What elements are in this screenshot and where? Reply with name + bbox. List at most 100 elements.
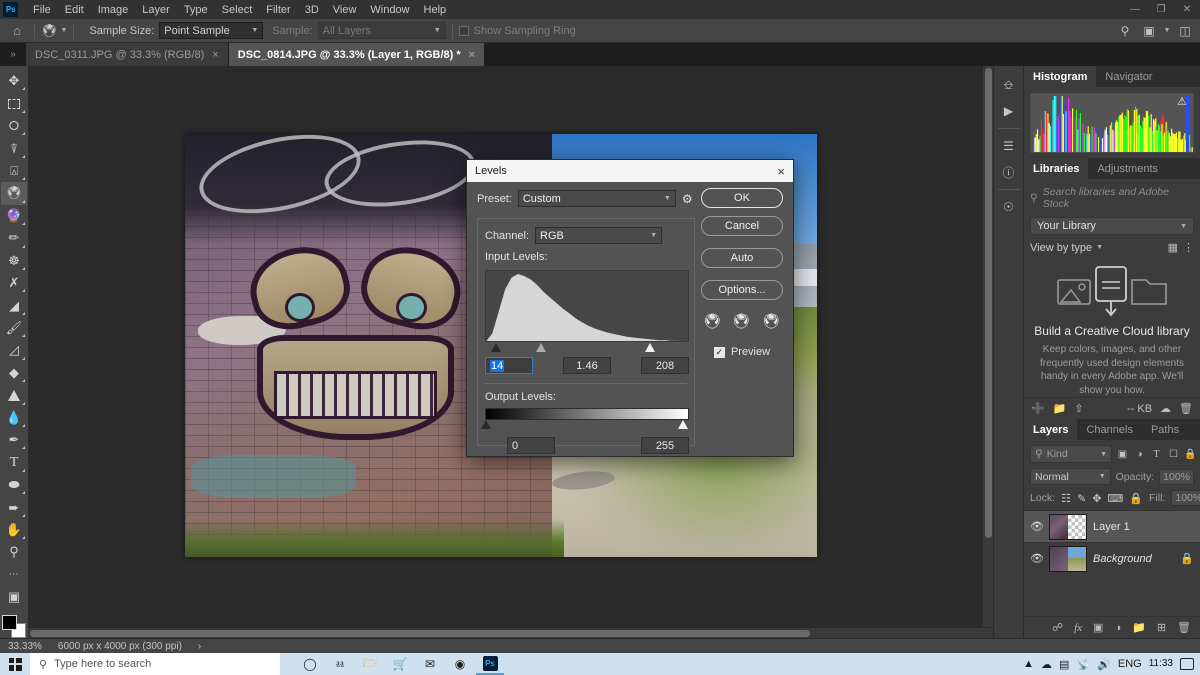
output-levels-sliders[interactable] <box>481 420 689 432</box>
output-black-field[interactable]: 0 <box>507 437 555 454</box>
add-item-icon[interactable]: ➕ <box>1031 402 1045 415</box>
close-icon[interactable]: × <box>212 49 218 61</box>
dodge-tool[interactable]: ◿ <box>1 339 27 361</box>
filter-type-icon[interactable]: T <box>1149 446 1164 463</box>
sharpen-tool[interactable] <box>1 384 27 406</box>
shadow-input-field[interactable]: 14 <box>485 357 533 374</box>
volume-icon[interactable]: 🔊 <box>1097 658 1111 671</box>
set-white-point-eyedropper[interactable]: 🖲 <box>762 312 781 330</box>
lock-image-icon[interactable]: ✎ <box>1077 492 1086 505</box>
levels-dialog[interactable]: Levels × Preset: Custom ▼ ⚙ Channel: RGB… <box>466 159 794 457</box>
new-adjustment-layer-icon[interactable]: ◑ <box>1114 622 1121 634</box>
lock-transparency-icon[interactable]: ☷ <box>1061 492 1071 505</box>
close-icon[interactable]: × <box>469 49 475 61</box>
highlight-input-slider[interactable] <box>645 343 655 352</box>
libraries-search[interactable]: ⚲ Search libraries and Adobe Stock <box>1030 186 1194 210</box>
rectangular-marquee-tool[interactable] <box>1 92 27 114</box>
preset-select[interactable]: Custom ▼ <box>517 190 676 207</box>
lock-all-icon[interactable]: 🔒 <box>1129 492 1143 505</box>
rgb-histogram-display[interactable]: ⚠ <box>1030 93 1194 153</box>
search-input[interactable]: Type here to search <box>54 658 151 670</box>
collapse-panel-chevron-icon[interactable]: » <box>0 49 26 60</box>
input-levels-sliders[interactable] <box>485 342 689 355</box>
windows-start-icon[interactable] <box>0 653 30 675</box>
home-icon[interactable]: ⌂ <box>6 23 28 38</box>
action-center-icon[interactable] <box>1180 658 1194 670</box>
active-tool-preset[interactable]: 🖲 ▼ <box>41 23 67 39</box>
document-tab-dsc0814[interactable]: DSC_0814.JPG @ 33.3% (Layer 1, RGB/8) * … <box>228 43 486 66</box>
cancel-button[interactable]: Cancel <box>701 216 783 236</box>
network-icon[interactable]: 📡 <box>1076 658 1090 671</box>
info-icon[interactable]: ⓘ <box>995 159 1023 185</box>
table-row[interactable]: 👁 Background 🔒 <box>1024 542 1200 574</box>
arrange-documents-icon[interactable]: ◫ <box>1174 21 1196 41</box>
photoshop-icon[interactable]: Ps <box>476 653 504 675</box>
restore-icon[interactable]: ❐ <box>1148 0 1174 19</box>
menu-layer[interactable]: Layer <box>135 2 177 18</box>
set-black-point-eyedropper[interactable]: 🖲 <box>703 312 722 330</box>
document-tab-dsc0311[interactable]: DSC_0311.JPG @ 33.3% (RGB/8) × <box>26 43 229 66</box>
brush-tool[interactable]: ✏ <box>1 227 27 249</box>
canvas-vertical-scrollbar[interactable] <box>982 66 993 627</box>
tab-navigator[interactable]: Navigator <box>1096 66 1161 87</box>
adjustments-icon[interactable]: ☉ <box>995 194 1023 220</box>
menu-type[interactable]: Type <box>177 2 215 18</box>
layer-visibility-toggle[interactable]: 👁 <box>1030 552 1044 565</box>
menu-file[interactable]: File <box>26 2 58 18</box>
grid-view-icon[interactable]: ▦ <box>1168 241 1178 254</box>
language-indicator[interactable]: ENG <box>1118 658 1142 670</box>
quick-selection-tool[interactable]: ⍒ <box>1 137 27 159</box>
menu-help[interactable]: Help <box>417 2 454 18</box>
direct-selection-tool[interactable]: ➨ <box>1 496 27 518</box>
pen-tool[interactable]: ✒ <box>1 429 27 451</box>
warning-triangle-icon[interactable]: ⚠ <box>1177 97 1189 108</box>
midtone-input-field[interactable]: 1.46 <box>563 357 611 374</box>
layer-filter-kind-select[interactable]: ⚲ Kind ▼ <box>1030 445 1112 463</box>
eyedropper-tool[interactable]: 🖲 <box>1 182 27 205</box>
chevron-down-icon[interactable]: ▼ <box>1162 21 1172 41</box>
taskbar-search-box[interactable]: ⚲ Type here to search <box>30 653 280 675</box>
preview-row[interactable]: ✓ Preview <box>701 346 783 358</box>
task-view-icon[interactable]: ⎂ <box>326 653 354 675</box>
blend-mode-select[interactable]: Normal ▼ <box>1030 468 1111 485</box>
opacity-value[interactable]: 100% <box>1159 468 1194 485</box>
highlight-input-field[interactable]: 208 <box>641 357 689 374</box>
filter-smart-object-icon[interactable]: 🔒 <box>1183 446 1198 463</box>
tab-paths[interactable]: Paths <box>1142 419 1188 440</box>
foreground-color-swatch[interactable] <box>2 614 17 630</box>
library-select[interactable]: Your Library ▼ <box>1030 217 1194 235</box>
table-row[interactable]: 👁 Layer 1 <box>1024 510 1200 542</box>
lock-artboard-icon[interactable]: ⌨ <box>1107 492 1123 505</box>
taskbar-clock[interactable]: 11:33 <box>1149 659 1173 669</box>
clone-stamp-tool[interactable]: ☸ <box>1 250 27 272</box>
new-group-icon[interactable]: 📁 <box>1053 402 1067 415</box>
minimize-icon[interactable]: — <box>1122 0 1148 19</box>
options-button[interactable]: Options... <box>701 280 783 300</box>
tab-adjustments[interactable]: Adjustments <box>1088 158 1167 179</box>
delete-layer-icon[interactable]: 🗑 <box>1177 621 1191 634</box>
set-gray-point-eyedropper[interactable]: 🖲 <box>732 312 751 330</box>
layer-visibility-toggle[interactable]: 👁 <box>1030 520 1044 533</box>
edit-toolbar-button[interactable]: ⋯ <box>1 564 27 586</box>
filter-adjustment-icon[interactable]: ◑ <box>1132 446 1147 463</box>
midtone-input-slider[interactable] <box>536 343 546 352</box>
upload-icon[interactable]: ⇧ <box>1074 402 1083 415</box>
preview-checkbox[interactable]: ✓ <box>713 346 725 358</box>
blur-droplet-tool[interactable]: 💧 <box>1 407 27 429</box>
menu-filter[interactable]: Filter <box>259 2 297 18</box>
history-brush-tool[interactable]: ✗ <box>1 272 27 294</box>
tab-layers[interactable]: Layers <box>1024 419 1078 440</box>
properties-icon[interactable]: ☰ <box>995 133 1023 159</box>
layer-style-fx-icon[interactable]: fx <box>1074 622 1082 634</box>
microsoft-store-icon[interactable]: 🛒 <box>386 653 414 675</box>
menu-3d[interactable]: 3D <box>298 2 326 18</box>
new-layer-icon[interactable]: ⊞ <box>1157 621 1166 634</box>
zoom-level[interactable]: 33.33% <box>8 641 42 652</box>
tab-channels[interactable]: Channels <box>1077 419 1141 440</box>
layer-name[interactable]: Layer 1 <box>1093 521 1130 533</box>
actions-play-icon[interactable]: ▶ <box>995 98 1023 124</box>
filter-pixel-icon[interactable]: ▣ <box>1115 446 1130 463</box>
tab-libraries[interactable]: Libraries <box>1024 158 1089 179</box>
menu-view[interactable]: View <box>326 2 364 18</box>
file-explorer-icon[interactable]: 🗁 <box>356 653 384 675</box>
